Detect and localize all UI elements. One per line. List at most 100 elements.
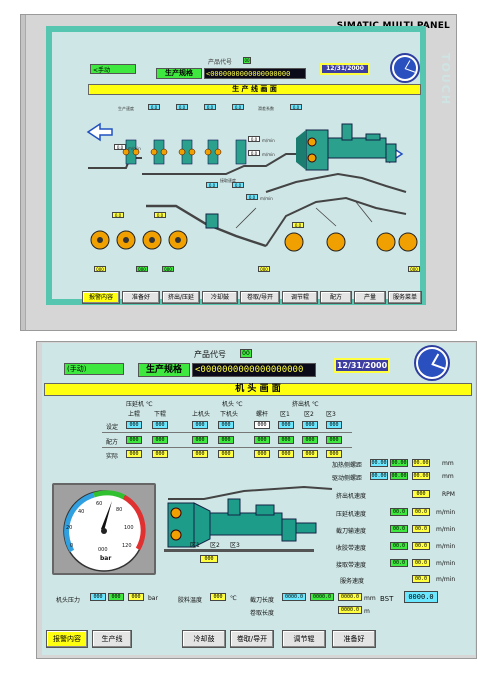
panel-edge	[21, 15, 26, 330]
clock-icon	[414, 345, 450, 381]
spec-field[interactable]: <0000000000000000000	[204, 68, 306, 79]
glue-temp-unit: ℃	[230, 595, 237, 602]
param-value: 00.0	[390, 508, 408, 516]
head-pressure-set[interactable]: 000	[90, 593, 106, 601]
set-value[interactable]: 000	[218, 421, 234, 429]
row-label: 配方	[106, 439, 119, 446]
value-field: 000	[162, 266, 174, 272]
set-value[interactable]: 000	[326, 421, 342, 429]
extrude-calender-button[interactable]: 挤出/压延	[162, 291, 200, 304]
zone-value: 000	[200, 555, 218, 563]
actual-value: 000	[218, 450, 234, 458]
col-header: 上辊	[128, 411, 141, 418]
head-pressure-actual: 000	[128, 593, 144, 601]
cut-length-recipe: 0000.0	[310, 593, 334, 601]
set-value[interactable]: 000	[254, 421, 270, 429]
zone-label: 区3	[230, 542, 240, 549]
gauge-tick: 40	[78, 509, 85, 515]
value-field: 0.0	[176, 104, 188, 110]
col-header: 螺杆	[256, 411, 269, 418]
gauge-tick: 60	[96, 501, 103, 507]
head-pressure-recipe: 000	[108, 593, 124, 601]
mode-field[interactable]: <手动	[90, 64, 136, 74]
spec-label: 生产规格	[156, 68, 202, 79]
param-value: 00.0	[412, 525, 430, 533]
param-value: 00.00	[390, 472, 408, 480]
value-field: 000	[136, 266, 148, 272]
unit-label: m/min	[262, 152, 275, 157]
roll-length-value: 0000.0	[338, 606, 362, 614]
actual-value: 000	[278, 450, 294, 458]
set-value[interactable]: 000	[278, 421, 294, 429]
col-header: 下辊	[154, 411, 167, 418]
winding-button[interactable]: 卷取/导开	[230, 630, 274, 648]
gauge-unit: bar	[100, 555, 112, 562]
param-value: 00.0	[412, 575, 430, 583]
actual-value: 000	[152, 450, 168, 458]
cut-length-set[interactable]: 0000.0	[282, 593, 306, 601]
gauge-tick: 100	[124, 525, 134, 531]
unit-label: m/min	[128, 146, 141, 151]
actual-value: 000	[326, 450, 342, 458]
param-label: 服务速度	[340, 578, 365, 585]
output-button[interactable]: 产量	[354, 291, 386, 304]
param-value[interactable]: 00.00	[370, 472, 388, 480]
left-arrow-icon	[86, 122, 113, 142]
value-field: 0.0	[232, 182, 244, 188]
param-value: 00.0	[412, 542, 430, 550]
set-value[interactable]: 000	[126, 421, 142, 429]
cooling-drum-button[interactable]: 冷却鼓	[182, 630, 226, 648]
alarm-button[interactable]: 报警内容	[46, 630, 88, 648]
winding-button[interactable]: 卷取/导开	[240, 291, 280, 304]
ready-button[interactable]: 准备好	[332, 630, 376, 648]
product-code-value[interactable]: 00	[240, 349, 252, 358]
param-value[interactable]: 00.00	[370, 459, 388, 467]
param-label: 驱动侧螺距	[332, 475, 363, 482]
row-label: 设定	[106, 424, 119, 431]
row-label: 实际	[106, 453, 119, 460]
cut-length-label: 截刀长度	[250, 597, 275, 604]
gauge-tick: 80	[116, 507, 123, 513]
cooling-drum-button[interactable]: 冷却鼓	[202, 291, 238, 304]
pressure-gauge: 0 20 40 60 80 100 120 000 bar	[52, 483, 156, 575]
date-display: 12/31/2000	[334, 358, 390, 373]
recipe-value: 000	[302, 436, 318, 444]
alarm-button[interactable]: 报警内容	[82, 291, 120, 304]
mode-field[interactable]: (手动)	[64, 363, 124, 375]
adjust-roller-button[interactable]: 调节辊	[282, 630, 326, 648]
zone-label: 区2	[210, 542, 220, 549]
value-field: 0.0	[292, 222, 304, 228]
zone-label: 区1	[190, 542, 200, 549]
actual-value: 000	[192, 450, 208, 458]
service-menu-button[interactable]: 服务菜单	[388, 291, 422, 304]
ready-button[interactable]: 准备好	[122, 291, 160, 304]
recipe-value: 000	[152, 436, 168, 444]
value-field: 000	[408, 266, 420, 272]
set-value[interactable]: 000	[302, 421, 318, 429]
recipe-value: 000	[192, 436, 208, 444]
recipe-value: 000	[126, 436, 142, 444]
param-value: 00.0	[390, 559, 408, 567]
value-field: 0.0	[204, 104, 216, 110]
param-unit: m/min	[436, 560, 456, 567]
production-line-button[interactable]: 生产线	[92, 630, 132, 648]
param-value: 00.00	[412, 472, 430, 480]
set-value[interactable]: 000	[192, 421, 208, 429]
param-value: 00.00	[390, 459, 408, 467]
recipe-button[interactable]: 配方	[320, 291, 352, 304]
adjust-roller-button[interactable]: 调节辊	[282, 291, 318, 304]
param-label: 挤出机速度	[336, 493, 367, 500]
param-value: 00.0	[412, 559, 430, 567]
value-field: 0.0	[248, 150, 260, 156]
set-value[interactable]: 000	[152, 421, 168, 429]
col-header: 上机头	[192, 411, 211, 418]
head-pressure-label: 机头压力	[56, 597, 81, 604]
spec-field[interactable]: <0000000000000000000	[192, 363, 316, 377]
actual-value: 000	[254, 450, 270, 458]
product-code-value[interactable]: 00	[243, 57, 251, 64]
bst-value[interactable]: 0000.0	[404, 591, 438, 603]
value-field: 000	[94, 266, 106, 272]
group-head: 机头 ℃	[222, 401, 243, 408]
row-divider	[102, 447, 352, 448]
gauge-readout: 000	[98, 547, 108, 553]
